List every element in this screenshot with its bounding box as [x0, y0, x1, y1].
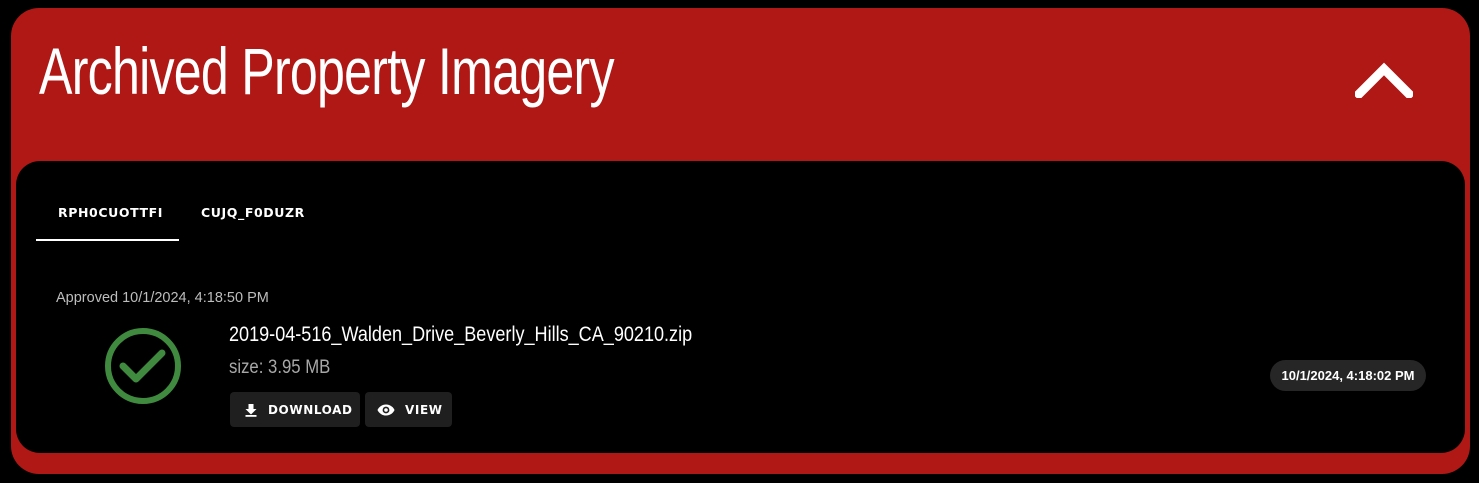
view-button-label: VIEW — [405, 402, 443, 417]
download-button[interactable]: DOWNLOAD — [230, 392, 360, 427]
panel-title: Archived Property Imagery — [39, 34, 615, 108]
download-button-label: DOWNLOAD — [268, 402, 353, 417]
view-button[interactable]: VIEW — [365, 392, 452, 427]
file-size: size: 3.95 MB — [229, 357, 331, 378]
archived-imagery-panel: Archived Property Imagery RPH0CUOTTFI CU… — [11, 8, 1470, 474]
chevron-up-icon — [1355, 62, 1413, 98]
tab-bar: RPH0CUOTTFI CUJQ_F0DUZR — [36, 193, 325, 241]
download-icon — [244, 403, 258, 417]
imagery-content: RPH0CUOTTFI CUJQ_F0DUZR Approved 10/1/20… — [16, 161, 1465, 453]
file-name: 2019-04-516_Walden_Drive_Beverly_Hills_C… — [229, 323, 693, 346]
check-circle-icon — [105, 328, 181, 404]
tab-rph0cuottfi[interactable]: RPH0CUOTTFI — [36, 193, 179, 241]
timestamp-badge: 10/1/2024, 4:18:02 PM — [1270, 360, 1426, 391]
eye-icon — [377, 404, 395, 416]
approved-timestamp: Approved 10/1/2024, 4:18:50 PM — [56, 290, 269, 306]
collapse-toggle-button[interactable] — [1349, 50, 1419, 110]
tab-cujq-f0duzr[interactable]: CUJQ_F0DUZR — [179, 193, 325, 241]
